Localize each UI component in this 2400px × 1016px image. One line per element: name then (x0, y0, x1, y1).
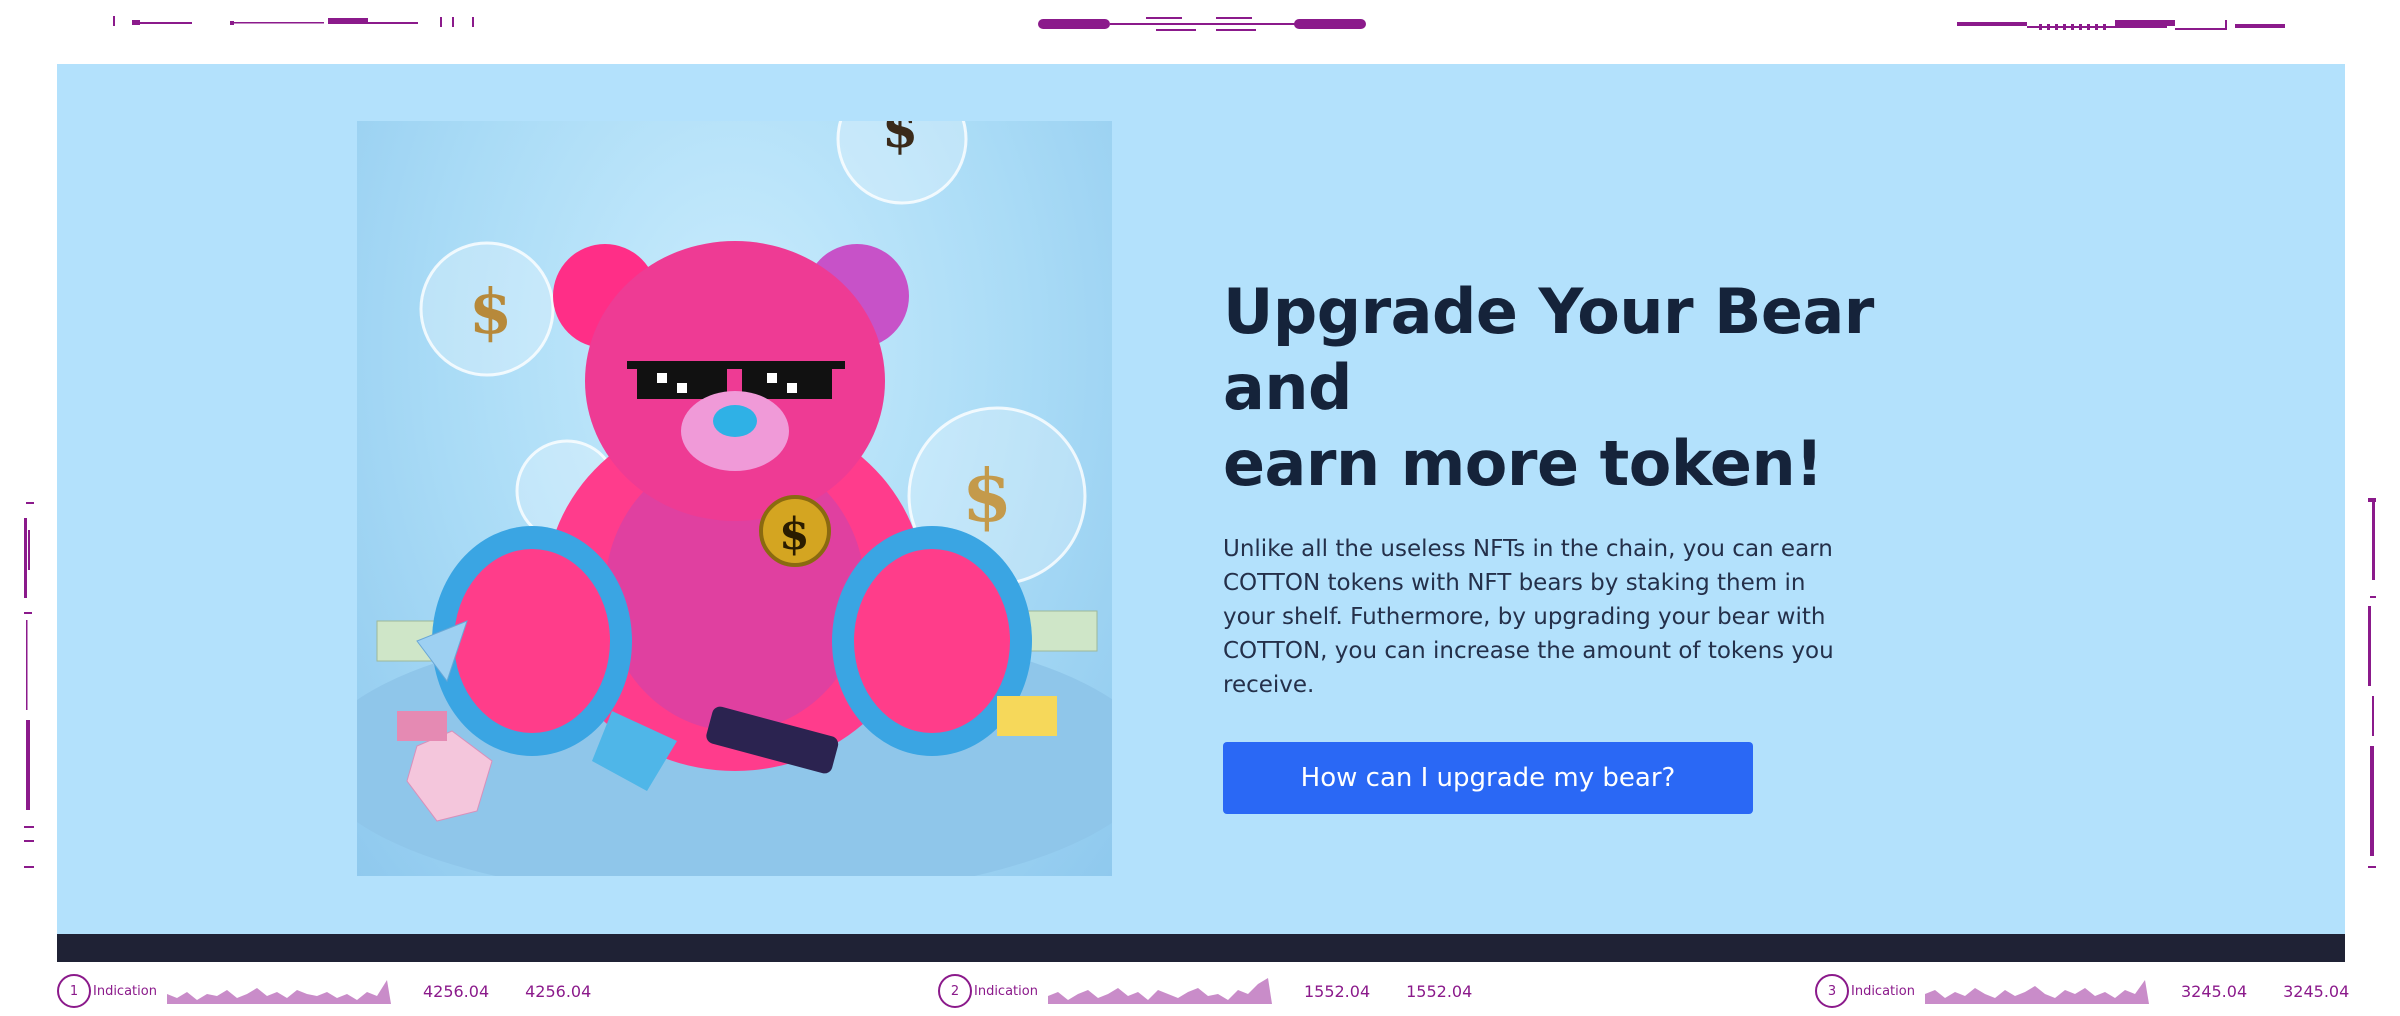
indication-label: Indication (974, 983, 1038, 999)
indication-value-a: 4256.04 (422, 981, 490, 1001)
hero-section: $ $ $ $ Upgrade Your Bear and earn more … (57, 64, 2345, 934)
sparkline-chart-icon (166, 980, 391, 1004)
sparkline-chart-icon (1924, 980, 2149, 1004)
indication-value-b: 4256.04 (525, 981, 592, 1001)
indication-widget-1: 1 Indication 4256.04 4256.04 (57, 972, 591, 1010)
pink-teddy-bear-image: $ $ $ $ (357, 121, 1112, 876)
svg-text:$: $ (882, 121, 918, 160)
indication-value-a: 3245.04 (2180, 981, 2248, 1001)
indication-value-a: 1552.04 (1303, 981, 1371, 1001)
indication-number-badge: 3 (1815, 974, 1849, 1008)
indication-label: Indication (93, 983, 157, 999)
top-center-hud-decoration (1036, 14, 1368, 36)
svg-text:$: $ (962, 453, 1012, 538)
indication-number-badge: 1 (57, 974, 91, 1008)
indication-value-b: 1552.04 (1406, 981, 1473, 1001)
hero-heading: Upgrade Your Bear and earn more token! (1223, 274, 1983, 502)
hero-text-block: Upgrade Your Bear and earn more token! U… (1223, 274, 1983, 814)
indication-value-b: 3245.04 (2283, 981, 2350, 1001)
top-right-hud-decoration (1955, 16, 2290, 34)
left-side-hud-decoration (22, 500, 36, 872)
right-side-hud-decoration (2362, 496, 2378, 876)
footer-strip (57, 934, 2345, 962)
top-left-hud-decoration (110, 14, 480, 30)
upgrade-bear-button[interactable]: How can I upgrade my bear? (1223, 742, 1753, 814)
hero-description: Unlike all the useless NFTs in the chain… (1223, 536, 1834, 698)
indication-widget-3: 3 Indication 3245.04 3245.04 (1815, 972, 2349, 1010)
hero-heading-line-2: earn more token! (1223, 427, 1823, 500)
svg-text:$: $ (779, 509, 810, 560)
sparkline-chart-icon (1047, 978, 1272, 1004)
hero-heading-line-1: Upgrade Your Bear and (1223, 275, 1874, 424)
svg-text:$: $ (469, 275, 512, 348)
indication-label: Indication (1851, 983, 1915, 999)
indication-number-badge: 2 (938, 974, 972, 1008)
indication-widget-2: 2 Indication 1552.04 1552.04 (938, 972, 1472, 1010)
